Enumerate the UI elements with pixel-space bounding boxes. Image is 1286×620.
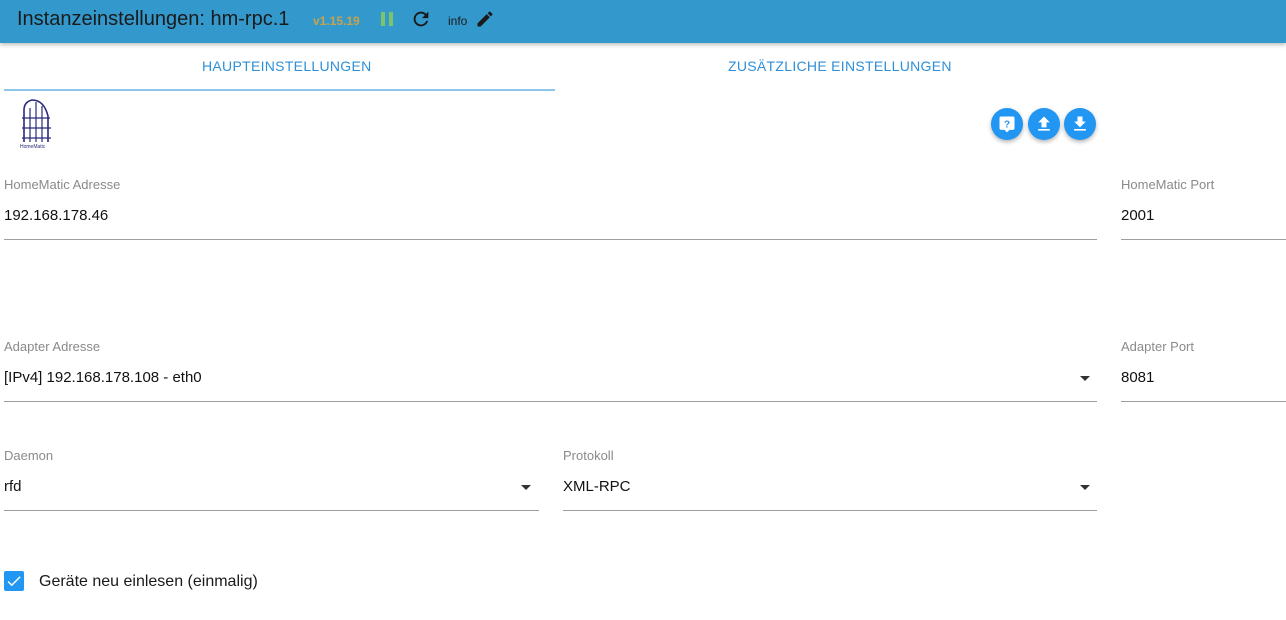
adapter-port-label: Adapter Port — [1121, 339, 1194, 354]
edit-icon[interactable] — [475, 9, 495, 29]
homematic-address-label: HomeMatic Adresse — [4, 177, 121, 192]
check-icon — [7, 576, 21, 587]
logo-text: HomeMatic — [20, 144, 46, 150]
protocol-select[interactable]: XML-RPC — [563, 478, 631, 495]
daemon-underline — [4, 510, 539, 511]
refresh-icon[interactable] — [410, 8, 432, 30]
upload-button[interactable] — [1028, 108, 1060, 140]
daemon-label: Daemon — [4, 448, 54, 463]
dropdown-caret-icon[interactable] — [521, 485, 531, 490]
homematic-port-underline — [1121, 239, 1286, 240]
homematic-address-input[interactable]: 192.168.178.46 — [4, 207, 108, 224]
homematic-port-input[interactable]: 2001 — [1121, 207, 1154, 224]
homematic-port-label: HomeMatic Port — [1121, 177, 1215, 192]
tab-main-settings[interactable]: HAUPTEINSTELLUNGEN — [202, 58, 372, 74]
dropdown-caret-icon[interactable] — [1080, 376, 1090, 381]
pause-icon[interactable] — [380, 11, 394, 27]
svg-text:?: ? — [1004, 119, 1010, 130]
adapter-port-input[interactable]: 8081 — [1121, 369, 1154, 386]
page-title: Instanzeinstellungen: hm-rpc.1 — [17, 8, 290, 30]
download-icon — [1074, 116, 1086, 131]
daemon-select[interactable]: rfd — [4, 478, 22, 495]
help-icon: ? — [999, 116, 1015, 133]
download-button[interactable] — [1064, 108, 1096, 140]
homematic-address-underline — [4, 239, 1097, 240]
upload-icon — [1038, 116, 1050, 131]
version-badge: v1.15.19 — [313, 14, 360, 28]
adapter-address-label: Adapter Adresse — [4, 339, 101, 354]
homematic-logo-icon: HomeMatic — [20, 99, 51, 150]
adapter-address-underline — [4, 401, 1097, 402]
reload-devices-checkbox[interactable] — [4, 571, 24, 591]
protocol-underline — [563, 510, 1097, 511]
info-link[interactable]: info — [448, 14, 467, 28]
dropdown-caret-icon[interactable] — [1080, 485, 1090, 490]
adapter-address-select[interactable]: [IPv4] 192.168.178.108 - eth0 — [4, 369, 202, 386]
tab-additional-settings[interactable]: ZUSÄTZLICHE EINSTELLUNGEN — [728, 58, 952, 74]
reload-devices-label[interactable]: Geräte neu einlesen (einmalig) — [39, 573, 258, 591]
protocol-label: Protokoll — [563, 448, 614, 463]
top-bar: Instanzeinstellungen: hm-rpc.1 v1.15.19 … — [0, 0, 1286, 43]
help-button[interactable]: ? — [991, 108, 1023, 140]
adapter-port-underline — [1121, 401, 1286, 402]
tab-indicator — [4, 89, 555, 91]
